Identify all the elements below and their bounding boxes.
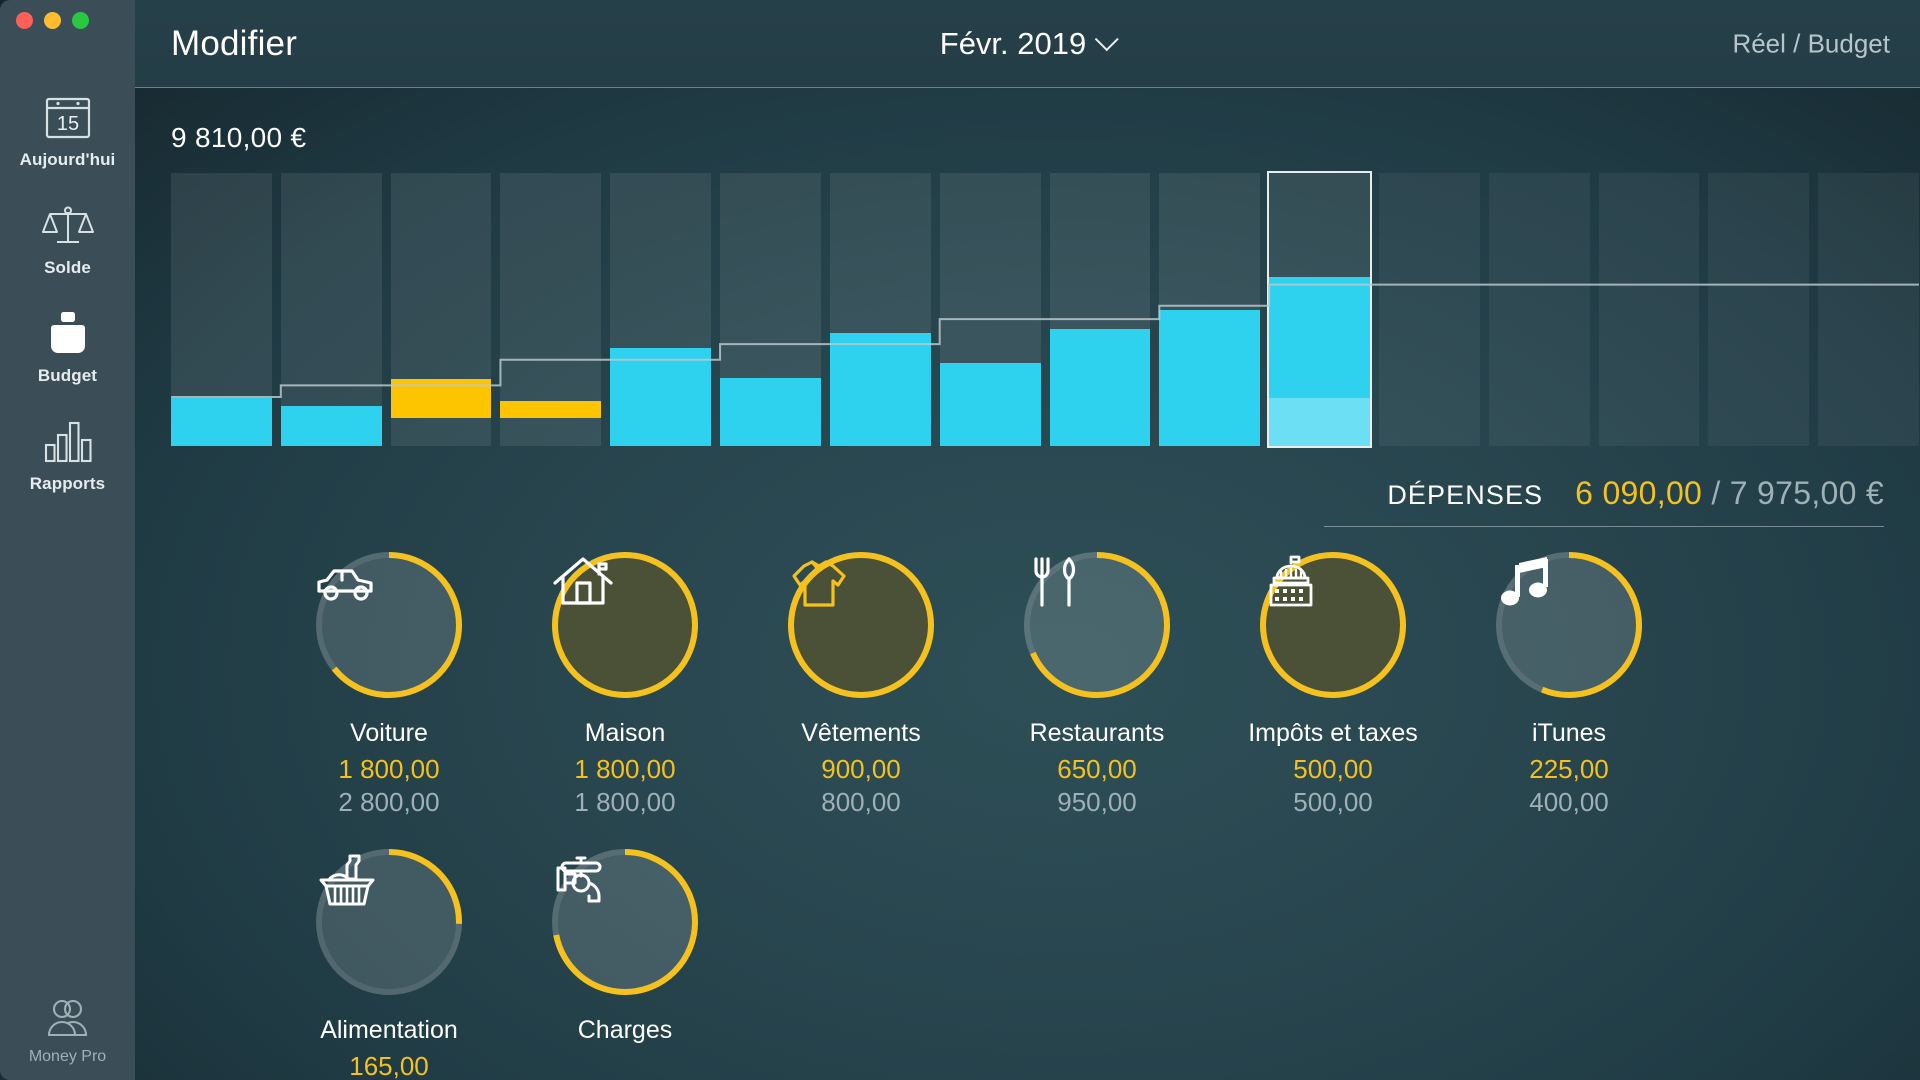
calendar-15-icon: 15 — [44, 92, 92, 144]
svg-text:15: 15 — [56, 113, 78, 135]
house-icon — [545, 545, 705, 705]
category-budget-amount: 500,00 — [1293, 787, 1373, 817]
people-icon — [42, 997, 94, 1044]
money-pro-budget-window: 15 Aujourd'hui Solde Budget Rapports Mon… — [0, 0, 1920, 1080]
budget-step-line — [171, 283, 1919, 399]
main-content: Modifier Févr. 2019 Réel / Budget 9 810,… — [135, 0, 1920, 1080]
brand-label: Money Pro — [28, 1048, 107, 1065]
minimize-button[interactable] — [44, 12, 61, 29]
window-traffic-lights — [16, 12, 89, 29]
category-actual-amount: 165,00 — [349, 1051, 429, 1080]
balance-scale-icon — [41, 200, 94, 252]
category-actual-amount: 900,00 — [821, 754, 901, 784]
expense-summary-rule — [1324, 526, 1884, 527]
sidebar-item-label: Solde — [44, 258, 91, 277]
category-name: Impôts et taxes — [1248, 719, 1418, 747]
category-budget-amount: 1 800,00 — [574, 787, 676, 817]
expense-actual: 6 090,00 — [1575, 475, 1703, 511]
expense-summary: DÉPENSES 6 090,00 / 7 975,00 € — [1324, 475, 1884, 527]
category-name: Charges — [577, 1016, 673, 1044]
category-actual-amount: 650,00 — [1057, 754, 1137, 784]
category-progress-ring — [1489, 545, 1649, 705]
expense-summary-values: 6 090,00 / 7 975,00 € — [1575, 475, 1884, 512]
category-budget-amount: 2 800,00 — [338, 787, 440, 817]
category-progress-ring — [1017, 545, 1177, 705]
actual-budget-toggle[interactable]: Réel / Budget — [1732, 28, 1890, 59]
edit-button[interactable]: Modifier — [171, 24, 297, 64]
category-actual-amount: 1 800,00 — [338, 754, 440, 784]
basket-icon — [309, 842, 469, 1002]
top-toolbar: Modifier Févr. 2019 Réel / Budget — [135, 0, 1920, 88]
sidebar-item-label: Budget — [37, 366, 98, 385]
chart-total-label: 9 810,00 € — [171, 122, 307, 153]
cutlery-icon — [1017, 545, 1177, 705]
capitol-icon — [1253, 545, 1413, 705]
bar-chart-icon — [43, 416, 93, 468]
category-name: Voiture — [350, 719, 428, 747]
sidebar-nav: 15 Aujourd'hui Solde Budget Rapports — [0, 92, 135, 524]
expense-budget: 7 975,00 € — [1729, 475, 1884, 511]
period-label: Févr. 2019 — [939, 25, 1087, 61]
sidebar: 15 Aujourd'hui Solde Budget Rapports Mon… — [0, 0, 135, 1080]
faucet-icon — [545, 842, 705, 1002]
period-selector[interactable]: Févr. 2019 — [939, 25, 1119, 62]
category-item[interactable]: Charges — [507, 842, 743, 1080]
sidebar-item-balance[interactable]: Solde — [0, 200, 135, 278]
category-grid: Voiture 1 800,00 2 800,00 Maison 1 800,00 1 … — [271, 545, 1896, 1080]
sidebar-item-label: Rapports — [29, 474, 106, 493]
zoom-button[interactable] — [72, 12, 89, 29]
category-actual-amount: 225,00 — [1529, 754, 1609, 784]
category-actual-amount: 1 800,00 — [574, 754, 676, 784]
chevron-down-icon — [1094, 27, 1119, 52]
category-name: iTunes — [1531, 719, 1607, 747]
car-icon — [309, 545, 469, 705]
category-budget-amount: 800,00 — [821, 787, 901, 817]
brand-money-pro[interactable]: Money Pro — [0, 997, 135, 1066]
category-item[interactable]: Impôts et taxes 500,00 500,00 — [1215, 545, 1451, 818]
category-name: Maison — [584, 719, 666, 747]
expense-separator: / — [1711, 475, 1721, 511]
category-progress-ring — [545, 842, 705, 1002]
category-name: Vêtements — [801, 719, 921, 747]
sidebar-item-label: Aujourd'hui — [19, 150, 116, 169]
category-budget-amount: 950,00 — [1057, 787, 1137, 817]
category-progress-ring — [1253, 545, 1413, 705]
music-note-icon — [1489, 545, 1649, 705]
category-item[interactable]: Maison 1 800,00 1 800,00 — [507, 545, 743, 818]
category-item[interactable]: Restaurants 650,00 950,00 — [979, 545, 1215, 818]
category-progress-ring — [545, 545, 705, 705]
sidebar-item-today[interactable]: 15 Aujourd'hui — [0, 92, 135, 170]
piggy-bank-icon — [46, 308, 90, 360]
expense-summary-label: DÉPENSES — [1387, 480, 1544, 510]
shirt-icon — [781, 545, 941, 705]
category-item[interactable]: Voiture 1 800,00 2 800,00 — [271, 545, 507, 818]
category-progress-ring — [309, 545, 469, 705]
category-budget-amount: 400,00 — [1529, 787, 1609, 817]
category-item[interactable]: iTunes 225,00 400,00 — [1451, 545, 1687, 818]
category-item[interactable]: Alimentation165,00650,00 — [271, 842, 507, 1080]
category-name: Alimentation — [320, 1016, 458, 1044]
cumulative-budget-chart[interactable] — [171, 171, 1919, 448]
category-actual-amount: 500,00 — [1293, 754, 1373, 784]
category-name: Restaurants — [1029, 719, 1165, 747]
category-progress-ring — [309, 842, 469, 1002]
close-button[interactable] — [16, 12, 33, 29]
sidebar-item-budget[interactable]: Budget — [0, 308, 135, 386]
sidebar-item-reports[interactable]: Rapports — [0, 416, 135, 494]
category-progress-ring — [781, 545, 941, 705]
category-item[interactable]: Vêtements 900,00 800,00 — [743, 545, 979, 818]
